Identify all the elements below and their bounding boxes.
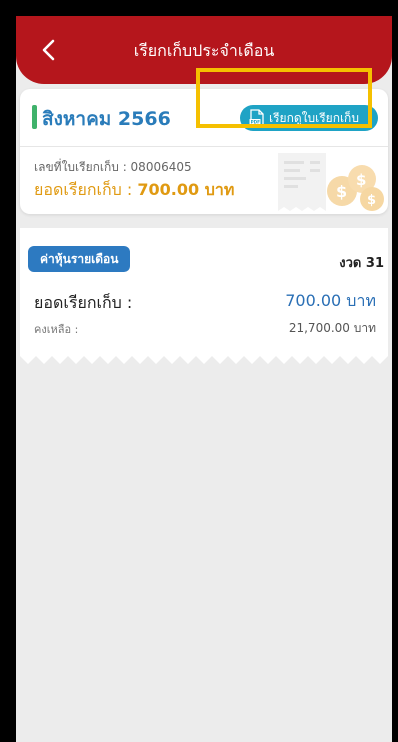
bill-total-amount: 700.00 <box>137 180 200 199</box>
category-badge: ค่าหุ้นรายเดือน <box>28 246 131 272</box>
bill-total-unit: บาท <box>199 180 235 199</box>
pdf-icon: PDF <box>249 109 264 127</box>
svg-text:$: $ <box>367 193 376 208</box>
chevron-left-icon <box>42 39 55 61</box>
receipt-card: ค่าหุ้นรายเดือน งวด 31 ยอดเรียกเก็บ : 70… <box>20 228 388 364</box>
bill-card: สิงหาคม 2566 PDF เรียกดูใบเรียกเก็บ เลขท… <box>20 89 388 214</box>
app-screen: เรียกเก็บประจำเดือน สิงหาคม 2566 PDF เรี… <box>16 16 392 742</box>
amount-label: ยอดเรียกเก็บ : <box>34 293 133 312</box>
month-accent-bar <box>32 105 37 129</box>
bill-total: ยอดเรียกเก็บ : 700.00 บาท <box>34 178 234 203</box>
balance-value: 21,700.00 บาท <box>288 321 376 335</box>
receipt-zigzag-edge <box>20 356 388 364</box>
card-divider <box>20 146 388 147</box>
balance-label: คงเหลือ : <box>34 323 79 336</box>
svg-text:$: $ <box>356 171 366 189</box>
installment-number: งวด 31 <box>339 256 384 271</box>
page-title: เรียกเก็บประจำเดือน <box>133 41 275 60</box>
view-bill-button[interactable]: PDF เรียกดูใบเรียกเก็บ <box>240 105 378 131</box>
bill-number: เลขที่ใบเรียกเก็บ : 08006405 <box>34 160 192 174</box>
svg-text:$: $ <box>336 182 347 201</box>
amount-value: 700.00 บาท <box>285 291 376 310</box>
bill-month: สิงหาคม 2566 <box>42 108 171 130</box>
invoice-coins-illustration: $ $ $ <box>278 153 384 211</box>
app-header: เรียกเก็บประจำเดือน <box>16 16 392 84</box>
back-button[interactable] <box>36 36 64 64</box>
bill-total-label: ยอดเรียกเก็บ : <box>34 180 138 199</box>
svg-text:PDF: PDF <box>251 119 261 124</box>
view-bill-label: เรียกดูใบเรียกเก็บ <box>269 111 359 125</box>
